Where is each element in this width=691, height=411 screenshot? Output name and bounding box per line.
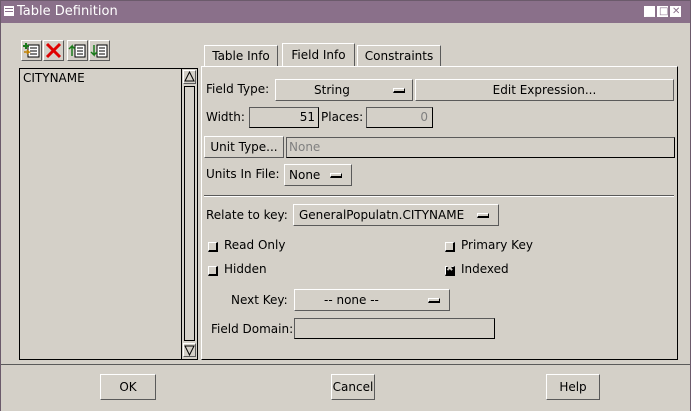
minimize-icon: ▁ [646, 8, 654, 19]
hidden-checkbox[interactable] [208, 266, 218, 276]
scroll-up-button[interactable] [183, 70, 196, 84]
field-type-dropdown[interactable]: String [275, 79, 413, 101]
help-button[interactable]: Help [546, 374, 600, 400]
field-domain-label: Field Domain: [211, 322, 294, 336]
relate-to-key-value: GeneralPopulatn.CITYNAME [299, 208, 465, 222]
width-field[interactable]: 51 [249, 107, 319, 128]
scroll-down-button[interactable] [183, 343, 196, 357]
ok-button[interactable]: OK [100, 374, 156, 400]
close-button[interactable]: ✕ [670, 6, 681, 17]
move-down-button[interactable] [89, 40, 110, 61]
edit-expression-button[interactable]: Edit Expression... [415, 79, 674, 101]
close-icon: ✕ [672, 6, 681, 17]
add-field-button[interactable] [21, 40, 42, 61]
tab-constraints[interactable]: Constraints [357, 45, 441, 67]
field-type-value: String [314, 83, 350, 97]
units-in-file-dropdown[interactable]: None [284, 164, 352, 186]
read-only-label: Read Only [224, 238, 286, 252]
places-field[interactable]: 0 [366, 107, 433, 128]
maximize-button[interactable]: □ [657, 6, 668, 17]
next-key-value: -- none -- [324, 293, 379, 307]
scroll-down-icon [184, 345, 195, 357]
field-domain-field[interactable] [294, 318, 495, 339]
indexed-label: Indexed [461, 262, 509, 276]
unit-type-value: None [289, 140, 321, 154]
move-down-icon [90, 44, 108, 58]
title-bar[interactable]: Table Definition ▁ □ ✕ [1, 1, 690, 23]
next-key-label: Next Key: [231, 293, 288, 307]
unit-type-field[interactable]: None [286, 137, 675, 158]
unit-type-button[interactable]: Unit Type... [204, 136, 284, 158]
minimize-button[interactable]: ▁ [644, 6, 655, 19]
field-list-scrollbar[interactable] [181, 69, 197, 359]
add-field-icon [23, 43, 40, 58]
width-value: 51 [299, 110, 315, 124]
next-key-dropdown[interactable]: -- none -- [294, 289, 450, 311]
places-label: Places: [321, 110, 364, 124]
move-up-icon [68, 44, 86, 58]
tab-field-info[interactable]: Field Info [282, 43, 355, 67]
dropdown-indicator-icon [477, 213, 489, 218]
maximize-icon: □ [659, 6, 669, 17]
relate-to-key-label: Relate to key: [206, 208, 288, 222]
scroll-up-icon [184, 70, 195, 82]
scroll-thumb[interactable] [184, 86, 195, 341]
hidden-label: Hidden [224, 262, 267, 276]
tab-table-info[interactable]: Table Info [204, 45, 278, 67]
list-item[interactable]: CITYNAME [23, 71, 85, 85]
field-list[interactable]: CITYNAME [19, 68, 198, 360]
units-in-file-label: Units In File: [206, 167, 280, 181]
relate-to-key-dropdown[interactable]: GeneralPopulatn.CITYNAME [293, 204, 499, 226]
primary-key-label: Primary Key [461, 238, 533, 252]
section-divider [204, 195, 674, 197]
move-up-button[interactable] [67, 40, 88, 61]
dropdown-indicator-icon [330, 173, 342, 178]
field-type-label: Field Type: [206, 82, 270, 96]
delete-field-icon [45, 42, 62, 59]
primary-key-checkbox[interactable] [445, 242, 455, 252]
table-definition-window: Table Definition ▁ □ ✕ CITYNAME Table In… [0, 0, 691, 411]
width-label: Width: [206, 110, 245, 124]
units-in-file-value: None [289, 168, 321, 182]
dropdown-indicator-icon [393, 88, 405, 93]
read-only-checkbox[interactable] [208, 242, 218, 252]
cancel-button[interactable]: Cancel [331, 374, 375, 400]
dropdown-indicator-icon [428, 298, 440, 303]
indexed-checkbox[interactable] [445, 264, 455, 276]
places-value: 0 [420, 110, 428, 124]
window-title: Table Definition [17, 4, 118, 19]
system-menu-icon[interactable] [4, 6, 14, 16]
delete-field-button[interactable] [43, 40, 64, 61]
